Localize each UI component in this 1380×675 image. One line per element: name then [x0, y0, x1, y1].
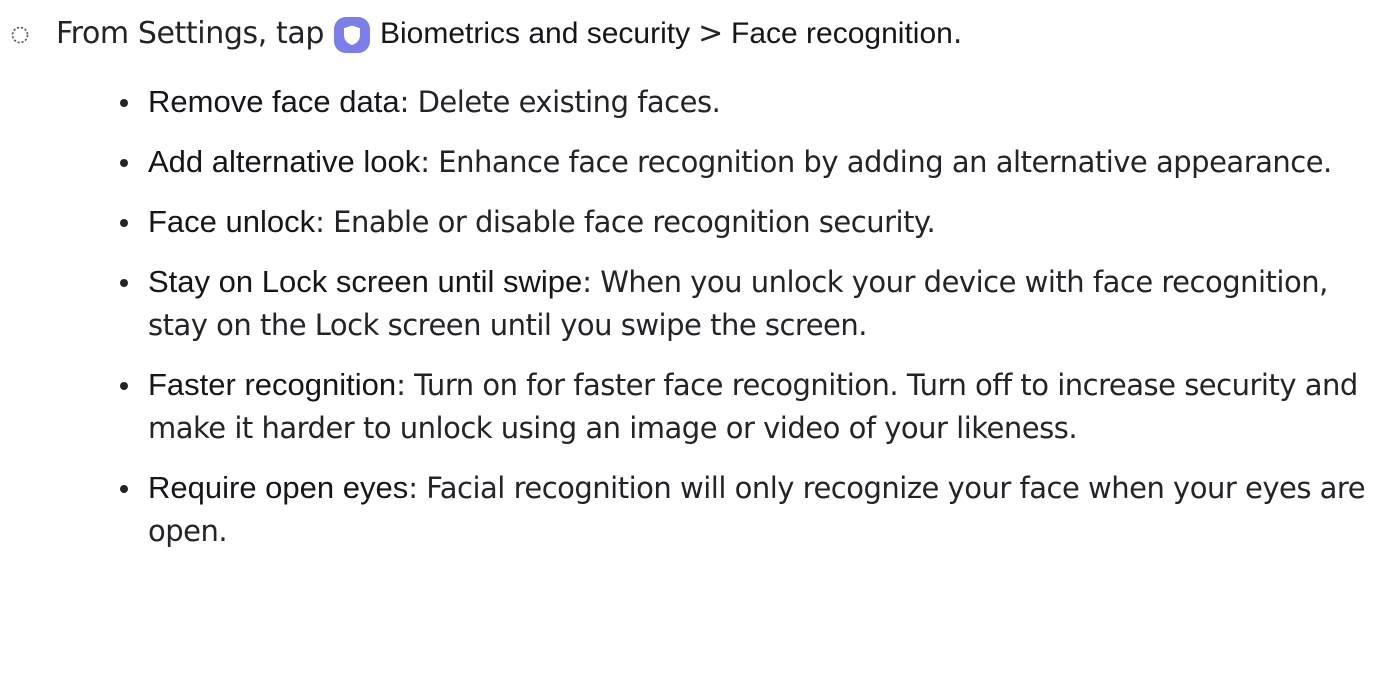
step-circle-icon [10, 25, 30, 45]
option-separator: : [582, 265, 601, 299]
option-separator: : [399, 85, 418, 119]
option-separator: : [420, 145, 439, 179]
option-term: Faster recognition [148, 367, 397, 402]
menu-item-face-recognition: Face recognition [731, 17, 953, 50]
option-separator: : [396, 368, 415, 402]
list-item: Faster recognition: Turn on for faster f… [118, 363, 1368, 450]
bullet-marker [120, 279, 128, 287]
bullet-marker [120, 159, 128, 167]
instruction-step: From Settings, tap Biometrics and securi… [10, 8, 962, 60]
list-item: Face unlock: Enable or disable face reco… [118, 200, 1368, 244]
instruction-document: From Settings, tap Biometrics and securi… [0, 0, 1380, 675]
option-description: Enhance face recognition by adding an al… [438, 145, 1332, 179]
option-term: Stay on Lock screen until swipe [148, 264, 583, 299]
shield-icon [333, 17, 370, 53]
option-separator: : [315, 205, 334, 239]
bullet-marker [120, 382, 128, 390]
bullet-marker [120, 219, 128, 227]
list-item: Add alternative look: Enhance face recog… [118, 140, 1368, 184]
option-description: Delete existing faces. [417, 85, 721, 119]
step-end-punctuation: . [952, 16, 963, 51]
menu-item-biometrics-and-security: Biometrics and security [379, 17, 691, 50]
option-term: Remove face data [148, 84, 400, 119]
step-intro-text: From Settings, tap [56, 16, 324, 51]
list-item: Remove face data: Delete existing faces. [118, 80, 1368, 124]
list-item: Require open eyes: Facial recognition wi… [118, 466, 1368, 553]
face-recognition-options-list: Remove face data: Delete existing faces.… [118, 80, 1368, 569]
option-description: Enable or disable face recognition secur… [333, 205, 936, 239]
list-item: Stay on Lock screen until swipe: When yo… [118, 260, 1368, 347]
bullet-marker [120, 99, 128, 107]
option-separator: : [408, 471, 427, 505]
option-term: Face unlock [148, 204, 316, 239]
option-term: Add alternative look [148, 144, 421, 179]
bullet-marker [120, 485, 128, 493]
option-term: Require open eyes [148, 470, 409, 505]
breadcrumb-separator: > [698, 16, 724, 51]
